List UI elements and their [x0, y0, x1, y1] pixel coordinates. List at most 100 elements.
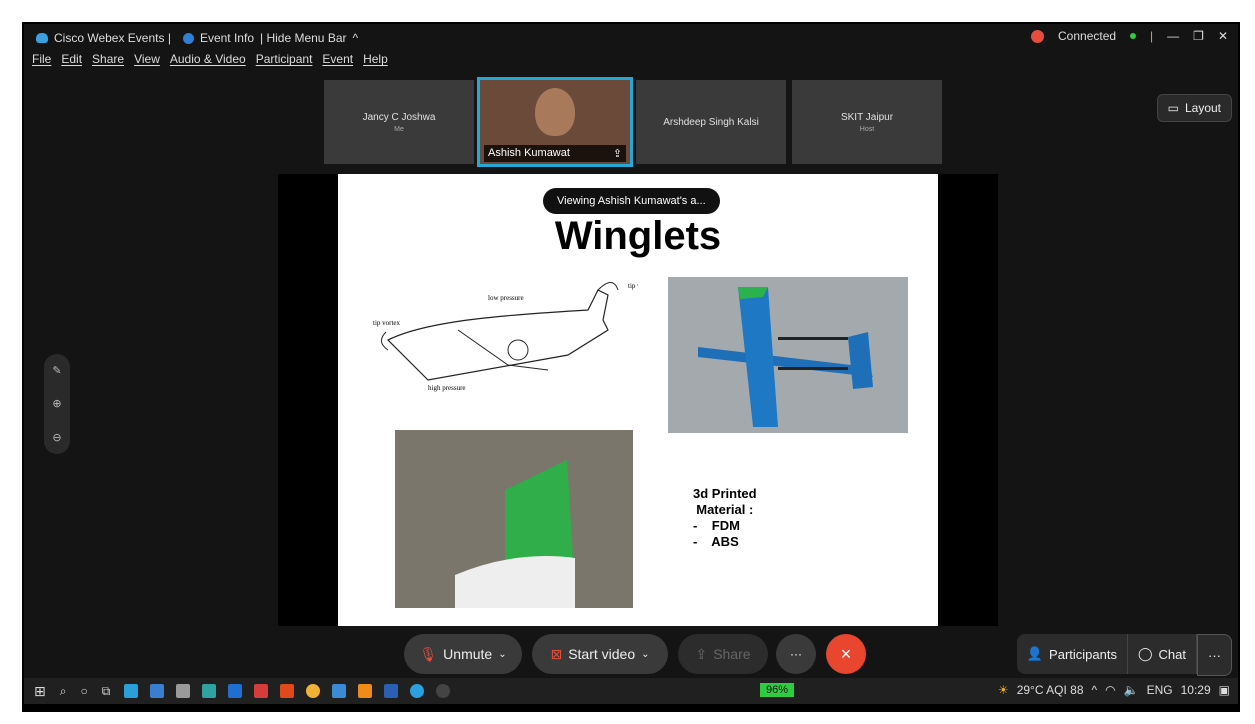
event-info-button[interactable]: Event Info: [200, 31, 254, 45]
battery-indicator: 96%: [760, 683, 795, 697]
microphone-muted-icon: 🎙: [419, 645, 438, 662]
minimize-icon[interactable]: —: [1167, 29, 1179, 43]
chat-icon: ◯: [1137, 646, 1153, 661]
participant-tile[interactable]: Arshdeep Singh Kalsi: [636, 80, 786, 164]
chrome-icon[interactable]: [306, 684, 321, 698]
more-panels-button[interactable]: ···: [1197, 634, 1232, 676]
participant-tile[interactable]: Jancy C Joshwa Me: [324, 80, 474, 164]
app-orange-icon[interactable]: [358, 684, 373, 698]
chevron-up-icon[interactable]: ^: [353, 31, 359, 45]
wifi-icon[interactable]: ◠: [1105, 683, 1115, 697]
chevron-down-icon[interactable]: ⌄: [498, 649, 506, 660]
share-button[interactable]: ⇪ Share: [678, 634, 768, 674]
menu-view[interactable]: View: [134, 52, 160, 74]
slide-title: Winglets: [554, 214, 722, 258]
hide-menu-bar-button[interactable]: | Hide Menu Bar: [260, 31, 347, 45]
volume-icon[interactable]: 🔈: [1124, 683, 1139, 697]
layout-label: Layout: [1184, 101, 1221, 115]
share-label: Share: [713, 646, 751, 662]
menu-file[interactable]: File: [32, 52, 51, 74]
unmute-button[interactable]: 🎙 Unmute ⌄: [404, 634, 522, 674]
notification-icon[interactable]: ▣: [1219, 683, 1230, 697]
app-l-icon[interactable]: [202, 684, 217, 698]
menu-edit[interactable]: Edit: [61, 52, 82, 74]
close-icon[interactable]: ✕: [1218, 29, 1228, 43]
participant-name: Ashish Kumawat: [488, 147, 570, 159]
participant-tile-active-speaker[interactable]: Ashish Kumawat ⇪: [477, 77, 633, 167]
connection-status-label: Connected: [1058, 29, 1117, 43]
annotation-toolbar: ✎ ⊕ ⊖: [44, 354, 70, 454]
participant-name: Arshdeep Singh Kalsi: [663, 116, 759, 128]
participants-button[interactable]: 👤 Participants: [1016, 634, 1128, 674]
title-bar: Cisco Webex Events | Event Info | Hide M…: [24, 24, 1238, 52]
cortana-icon[interactable]: ○: [80, 684, 87, 698]
participant-role: Host: [859, 125, 875, 133]
close-icon: ×: [840, 643, 852, 664]
meeting-control-bar: 🎙 Unmute ⌄ ⊠ Start video ⌄ ⇪ Share ··· ×…: [24, 632, 1238, 676]
app-name: Cisco Webex Events |: [54, 31, 171, 45]
start-video-button[interactable]: ⊠ Start video ⌄: [532, 634, 668, 674]
participant-strip: Jancy C Joshwa Me Ashish Kumawat ⇪ Arshd…: [324, 77, 942, 167]
chevron-down-icon[interactable]: ⌄: [641, 649, 649, 660]
restore-icon[interactable]: ❐: [1193, 29, 1204, 43]
windows-start-icon[interactable]: ⊞: [34, 683, 46, 700]
chat-label: Chat: [1158, 646, 1186, 662]
search-icon[interactable]: ⌕: [60, 684, 67, 699]
tip-vortex-label-right: tip vortex: [628, 282, 638, 290]
video-off-icon: ⊠: [550, 645, 563, 662]
chevron-up-icon[interactable]: ^: [1092, 683, 1098, 697]
start-video-label: Start video: [568, 646, 636, 662]
task-view-icon[interactable]: ⧉: [102, 684, 111, 699]
shield-icon[interactable]: [254, 684, 269, 698]
language-label[interactable]: ENG: [1147, 683, 1173, 697]
participants-label: Participants: [1049, 646, 1117, 662]
participants-icon: 👤: [1026, 646, 1044, 661]
participant-video: [535, 88, 575, 136]
zoom-in-icon[interactable]: ⊕: [52, 397, 61, 410]
outlook-icon[interactable]: [228, 684, 243, 698]
winglet-print-photo: [395, 430, 633, 608]
weather-icon: ☀: [997, 683, 1009, 697]
weather-label[interactable]: 29°C AQI 88: [1017, 683, 1084, 697]
word-icon[interactable]: [384, 684, 399, 698]
more-icon: ···: [790, 647, 802, 661]
menu-event[interactable]: Event: [322, 52, 353, 74]
photos-icon[interactable]: [332, 684, 347, 698]
slide-material-text: 3d Printed Material : - FDM - ABS: [693, 486, 757, 550]
menu-audio-video[interactable]: Audio & Video: [170, 52, 246, 74]
divider: |: [1150, 29, 1154, 43]
text-line: 3d Printed: [693, 486, 757, 501]
chat-button[interactable]: ◯ Chat: [1127, 634, 1197, 674]
viewing-banner: Viewing Ashish Kumawat's a...: [543, 188, 720, 214]
shared-content-area: Viewing Ashish Kumawat's a... Winglets t…: [278, 174, 998, 626]
system-tray: ☀ 29°C AQI 88 ^ ◠ 🔈 ENG 10:29 ▣: [998, 683, 1230, 697]
text-line: - FDM: [693, 518, 740, 533]
winglet-diagram: tip vortex tip vortex low pressure high …: [373, 282, 638, 392]
more-options-button[interactable]: ···: [776, 634, 816, 674]
zoom-out-icon[interactable]: ⊖: [52, 431, 61, 444]
participant-name: SKIT Jaipur: [840, 111, 894, 123]
presentation-slide: Viewing Ashish Kumawat's a... Winglets t…: [338, 174, 938, 626]
sharing-icon: ⇪: [612, 148, 622, 160]
participant-tile[interactable]: SKIT Jaipur Host: [792, 80, 942, 164]
menu-share[interactable]: Share: [92, 52, 124, 74]
connection-dot-icon: [1130, 33, 1137, 39]
menu-help[interactable]: Help: [363, 52, 388, 74]
leave-meeting-button[interactable]: ×: [826, 634, 866, 674]
office-icon[interactable]: [280, 684, 295, 698]
clock-label[interactable]: 10:29: [1181, 683, 1211, 697]
obs-icon[interactable]: [436, 684, 451, 698]
annotate-icon[interactable]: ✎: [52, 364, 61, 377]
layout-button[interactable]: ▭ Layout: [1156, 94, 1232, 122]
edge-icon[interactable]: [124, 684, 139, 698]
webex-taskbar-icon[interactable]: [410, 684, 425, 698]
webex-logo-icon: [36, 33, 48, 43]
low-pressure-label: low pressure: [488, 294, 524, 302]
participant-name: Jancy C Joshwa: [362, 111, 436, 123]
store-icon[interactable]: [150, 684, 165, 698]
high-pressure-label: high pressure: [428, 384, 466, 392]
rc-plane-photo: [668, 277, 908, 433]
info-icon[interactable]: [182, 32, 194, 44]
menu-participant[interactable]: Participant: [256, 52, 313, 74]
briefcase-icon[interactable]: [176, 684, 191, 698]
